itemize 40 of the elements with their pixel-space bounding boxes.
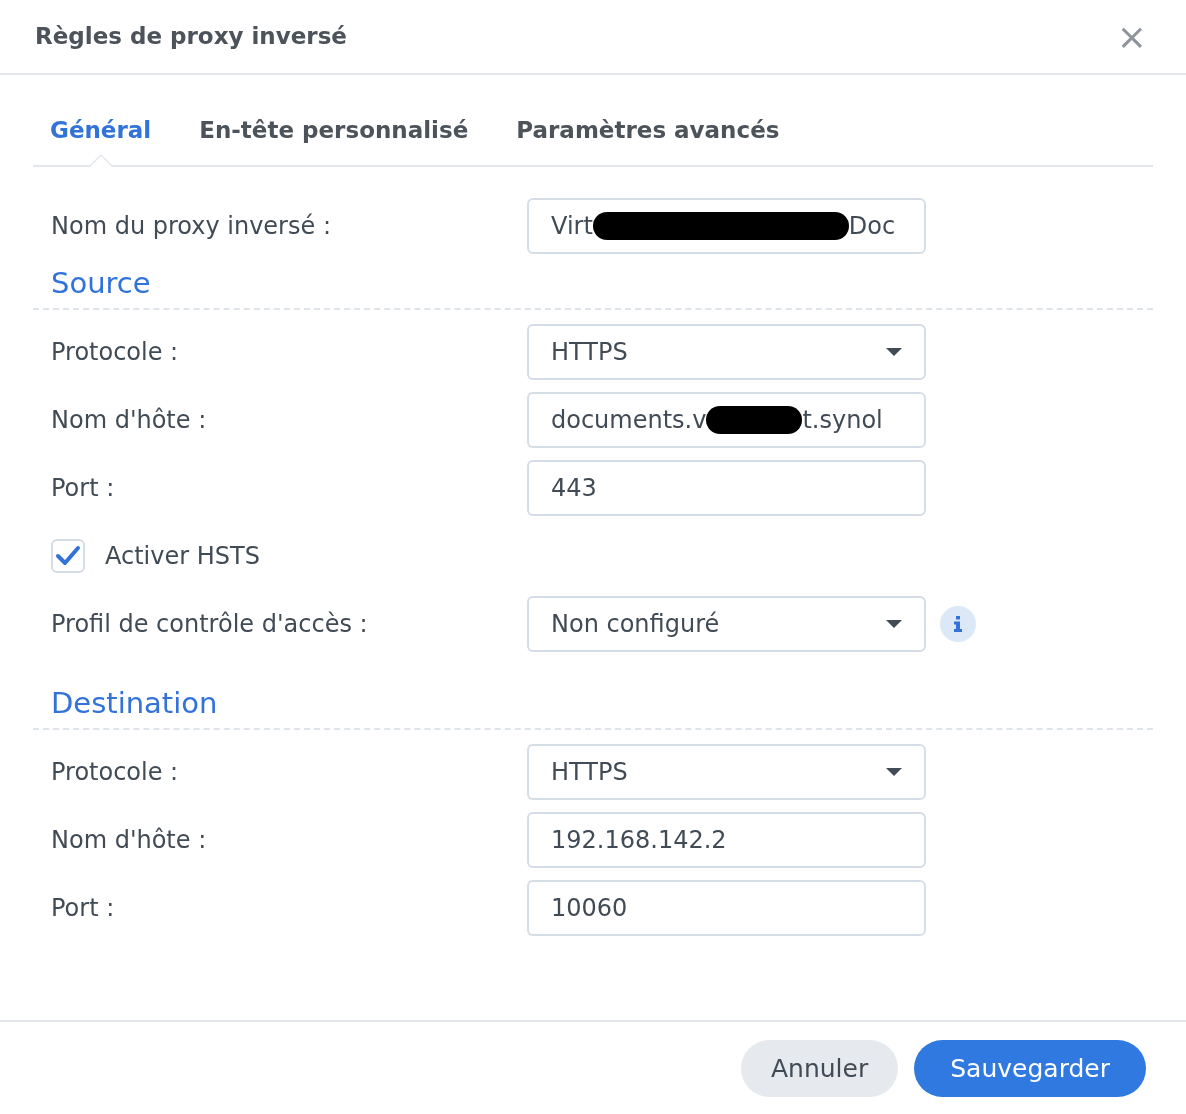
dropdown-field[interactable]: HTTPS [527, 744, 926, 800]
field-label: Port : [51, 893, 116, 924]
dropdown-field[interactable]: HTTPS [527, 324, 926, 380]
field-value: HTTPS [551, 757, 628, 788]
field-value: Virt [551, 211, 593, 242]
field-value: 443 [551, 473, 597, 504]
field-label: Nom d'hôte : [51, 405, 208, 436]
section-heading: Source [33, 260, 1153, 310]
tab[interactable]: En-tête personnalisé [199, 112, 469, 165]
field-label: Port : [51, 473, 116, 504]
field-value: Non configuré [551, 609, 720, 640]
field-label: Nom d'hôte : [51, 825, 208, 856]
input-field[interactable]: 443 [527, 460, 926, 516]
dropdown-caret-icon [886, 767, 902, 777]
field-value: documents.v [551, 405, 707, 436]
input-field[interactable]: 10060 [527, 880, 926, 936]
cancel-button[interactable]: Annuler [741, 1040, 899, 1097]
field-label: Protocole : [51, 757, 180, 788]
field-value: 10060 [551, 893, 628, 924]
checkbox[interactable] [51, 539, 85, 573]
info-icon[interactable] [940, 606, 976, 642]
field-value: HTTPS [551, 337, 628, 368]
dropdown-caret-icon [886, 619, 902, 629]
field-label: Protocole : [51, 337, 180, 368]
field-value: Doc [848, 211, 896, 242]
save-button[interactable]: Sauvegarder [914, 1040, 1146, 1097]
tab[interactable]: Général [50, 112, 152, 165]
field-value: 192.168.142.2 [551, 825, 727, 856]
dialog-title: Règles de proxy inversé [35, 22, 347, 52]
checkbox-label: Activer HSTS [105, 541, 260, 572]
input-field[interactable]: documents.v t.synol [527, 392, 926, 448]
section-heading: Destination [33, 680, 1153, 730]
input-field[interactable]: Virt Doc [527, 198, 926, 254]
dropdown-field[interactable]: Non configuré [527, 596, 926, 652]
tab[interactable]: Paramètres avancés [516, 112, 780, 165]
field-label: Profil de contrôle d'accès : [51, 609, 369, 640]
field-label: Nom du proxy inversé : [51, 211, 332, 242]
dropdown-caret-icon [886, 347, 902, 357]
input-field[interactable]: 192.168.142.2 [527, 812, 926, 868]
field-value: t.synol [802, 405, 883, 436]
